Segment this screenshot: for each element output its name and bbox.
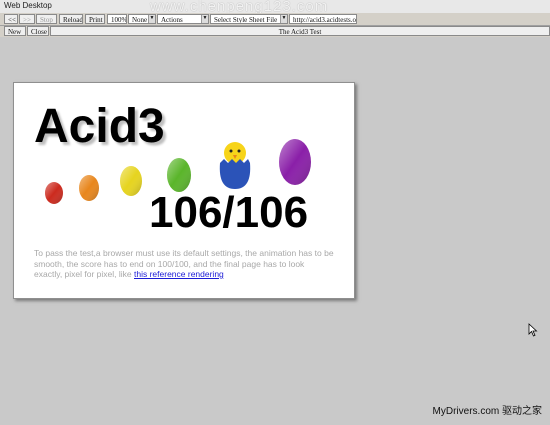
acid3-page: Acid3 106/106 To pass the test,a browser… bbox=[13, 82, 355, 299]
purple-egg-icon bbox=[279, 139, 311, 185]
none-select-value: None bbox=[132, 16, 148, 24]
none-select[interactable]: None ▼ bbox=[128, 14, 156, 24]
reference-rendering-link[interactable]: this reference rendering bbox=[134, 269, 224, 279]
yellow-egg-icon bbox=[120, 166, 142, 196]
chick-egg-icon bbox=[219, 142, 251, 189]
chevron-down-icon: ▼ bbox=[201, 15, 208, 23]
tab-bar: New Close The Acid3 Test bbox=[0, 26, 550, 37]
print-button[interactable]: Print bbox=[85, 14, 105, 24]
address-bar[interactable]: http://acid3.acidtests.org/ bbox=[289, 14, 357, 24]
browser-viewport[interactable]: Acid3 106/106 To pass the test,a browser… bbox=[0, 38, 550, 400]
window-titlebar: Web Desktop www.chenpeng123.com bbox=[0, 0, 550, 15]
chevron-down-icon: ▼ bbox=[280, 15, 287, 23]
reload-button[interactable]: Reload bbox=[59, 14, 83, 24]
actions-select-value: Actions bbox=[161, 16, 183, 24]
green-egg-icon bbox=[167, 158, 191, 192]
back-button[interactable]: << bbox=[4, 14, 18, 24]
new-tab-button[interactable]: New bbox=[4, 26, 26, 36]
mouse-cursor-icon bbox=[528, 323, 538, 337]
window-title: Web Desktop bbox=[4, 1, 52, 10]
stylesheet-select[interactable]: Select Style Sheet File ▼ bbox=[210, 14, 288, 24]
orange-egg-icon bbox=[79, 175, 99, 201]
forward-button[interactable]: >> bbox=[19, 14, 35, 24]
red-egg-icon bbox=[45, 182, 63, 204]
stylesheet-select-value: Select Style Sheet File bbox=[214, 16, 278, 24]
score-text: 106/106 bbox=[149, 188, 309, 237]
zoom-field[interactable]: 100% bbox=[107, 14, 127, 24]
stop-button[interactable]: Stop bbox=[36, 14, 57, 24]
close-tab-button[interactable]: Close bbox=[27, 26, 49, 36]
tab-title[interactable]: The Acid3 Test bbox=[50, 26, 550, 36]
actions-select[interactable]: Actions ▼ bbox=[157, 14, 209, 24]
browser-toolbar: << >> Stop Reload Print 100% None ▼ Acti… bbox=[0, 13, 550, 26]
footer-watermark: MyDrivers.com 驱动之家 bbox=[432, 406, 542, 417]
chevron-down-icon: ▼ bbox=[148, 15, 155, 23]
description-text: To pass the test,a browser must use its … bbox=[34, 248, 334, 280]
